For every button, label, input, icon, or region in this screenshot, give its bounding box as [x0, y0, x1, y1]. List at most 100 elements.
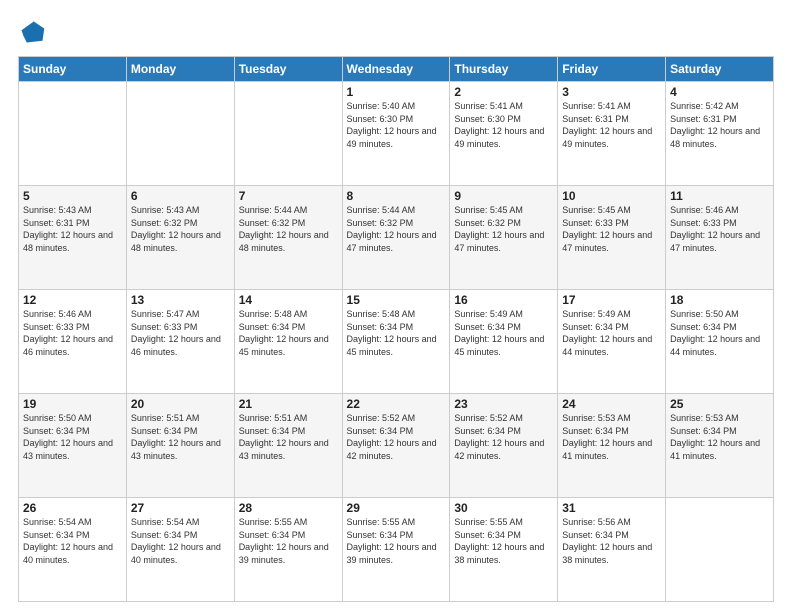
day-info: Sunrise: 5:47 AM Sunset: 6:33 PM Dayligh…: [131, 308, 230, 358]
day-number: 30: [454, 501, 553, 515]
day-number: 27: [131, 501, 230, 515]
day-number: 1: [347, 85, 446, 99]
day-info: Sunrise: 5:46 AM Sunset: 6:33 PM Dayligh…: [670, 204, 769, 254]
calendar-table: SundayMondayTuesdayWednesdayThursdayFrid…: [18, 56, 774, 602]
calendar-cell: 14Sunrise: 5:48 AM Sunset: 6:34 PM Dayli…: [234, 290, 342, 394]
day-number: 10: [562, 189, 661, 203]
day-info: Sunrise: 5:44 AM Sunset: 6:32 PM Dayligh…: [347, 204, 446, 254]
day-info: Sunrise: 5:50 AM Sunset: 6:34 PM Dayligh…: [23, 412, 122, 462]
calendar-cell: 4Sunrise: 5:42 AM Sunset: 6:31 PM Daylig…: [666, 82, 774, 186]
day-number: 17: [562, 293, 661, 307]
calendar-cell: 13Sunrise: 5:47 AM Sunset: 6:33 PM Dayli…: [126, 290, 234, 394]
calendar-week-row: 1Sunrise: 5:40 AM Sunset: 6:30 PM Daylig…: [19, 82, 774, 186]
day-info: Sunrise: 5:45 AM Sunset: 6:32 PM Dayligh…: [454, 204, 553, 254]
calendar-cell: 28Sunrise: 5:55 AM Sunset: 6:34 PM Dayli…: [234, 498, 342, 602]
day-number: 24: [562, 397, 661, 411]
day-number: 22: [347, 397, 446, 411]
day-of-week-header: Thursday: [450, 57, 558, 82]
day-number: 13: [131, 293, 230, 307]
calendar-week-row: 5Sunrise: 5:43 AM Sunset: 6:31 PM Daylig…: [19, 186, 774, 290]
calendar-cell: 7Sunrise: 5:44 AM Sunset: 6:32 PM Daylig…: [234, 186, 342, 290]
day-number: 21: [239, 397, 338, 411]
day-number: 14: [239, 293, 338, 307]
day-number: 6: [131, 189, 230, 203]
calendar-cell: 24Sunrise: 5:53 AM Sunset: 6:34 PM Dayli…: [558, 394, 666, 498]
calendar-cell: 19Sunrise: 5:50 AM Sunset: 6:34 PM Dayli…: [19, 394, 127, 498]
day-info: Sunrise: 5:55 AM Sunset: 6:34 PM Dayligh…: [454, 516, 553, 566]
calendar-cell: 8Sunrise: 5:44 AM Sunset: 6:32 PM Daylig…: [342, 186, 450, 290]
day-number: 29: [347, 501, 446, 515]
day-number: 16: [454, 293, 553, 307]
calendar-cell: [126, 82, 234, 186]
calendar-cell: 5Sunrise: 5:43 AM Sunset: 6:31 PM Daylig…: [19, 186, 127, 290]
day-info: Sunrise: 5:43 AM Sunset: 6:31 PM Dayligh…: [23, 204, 122, 254]
calendar-cell: 26Sunrise: 5:54 AM Sunset: 6:34 PM Dayli…: [19, 498, 127, 602]
day-info: Sunrise: 5:41 AM Sunset: 6:30 PM Dayligh…: [454, 100, 553, 150]
day-number: 25: [670, 397, 769, 411]
day-info: Sunrise: 5:44 AM Sunset: 6:32 PM Dayligh…: [239, 204, 338, 254]
day-info: Sunrise: 5:49 AM Sunset: 6:34 PM Dayligh…: [454, 308, 553, 358]
day-number: 9: [454, 189, 553, 203]
day-info: Sunrise: 5:52 AM Sunset: 6:34 PM Dayligh…: [454, 412, 553, 462]
day-info: Sunrise: 5:52 AM Sunset: 6:34 PM Dayligh…: [347, 412, 446, 462]
day-of-week-header: Wednesday: [342, 57, 450, 82]
calendar-cell: 6Sunrise: 5:43 AM Sunset: 6:32 PM Daylig…: [126, 186, 234, 290]
day-number: 15: [347, 293, 446, 307]
day-of-week-header: Sunday: [19, 57, 127, 82]
calendar-cell: 2Sunrise: 5:41 AM Sunset: 6:30 PM Daylig…: [450, 82, 558, 186]
day-info: Sunrise: 5:48 AM Sunset: 6:34 PM Dayligh…: [347, 308, 446, 358]
day-of-week-header: Tuesday: [234, 57, 342, 82]
day-of-week-header: Monday: [126, 57, 234, 82]
day-info: Sunrise: 5:50 AM Sunset: 6:34 PM Dayligh…: [670, 308, 769, 358]
day-number: 7: [239, 189, 338, 203]
calendar-cell: 9Sunrise: 5:45 AM Sunset: 6:32 PM Daylig…: [450, 186, 558, 290]
day-number: 5: [23, 189, 122, 203]
calendar-cell: 18Sunrise: 5:50 AM Sunset: 6:34 PM Dayli…: [666, 290, 774, 394]
day-header-row: SundayMondayTuesdayWednesdayThursdayFrid…: [19, 57, 774, 82]
calendar-cell: 16Sunrise: 5:49 AM Sunset: 6:34 PM Dayli…: [450, 290, 558, 394]
day-number: 19: [23, 397, 122, 411]
day-of-week-header: Saturday: [666, 57, 774, 82]
day-info: Sunrise: 5:54 AM Sunset: 6:34 PM Dayligh…: [23, 516, 122, 566]
day-info: Sunrise: 5:45 AM Sunset: 6:33 PM Dayligh…: [562, 204, 661, 254]
logo: [18, 18, 50, 46]
calendar-cell: 29Sunrise: 5:55 AM Sunset: 6:34 PM Dayli…: [342, 498, 450, 602]
calendar-cell: 10Sunrise: 5:45 AM Sunset: 6:33 PM Dayli…: [558, 186, 666, 290]
calendar-cell: 12Sunrise: 5:46 AM Sunset: 6:33 PM Dayli…: [19, 290, 127, 394]
day-info: Sunrise: 5:55 AM Sunset: 6:34 PM Dayligh…: [239, 516, 338, 566]
day-of-week-header: Friday: [558, 57, 666, 82]
day-info: Sunrise: 5:41 AM Sunset: 6:31 PM Dayligh…: [562, 100, 661, 150]
day-number: 23: [454, 397, 553, 411]
calendar-cell: 31Sunrise: 5:56 AM Sunset: 6:34 PM Dayli…: [558, 498, 666, 602]
calendar-week-row: 19Sunrise: 5:50 AM Sunset: 6:34 PM Dayli…: [19, 394, 774, 498]
day-info: Sunrise: 5:54 AM Sunset: 6:34 PM Dayligh…: [131, 516, 230, 566]
day-info: Sunrise: 5:43 AM Sunset: 6:32 PM Dayligh…: [131, 204, 230, 254]
day-info: Sunrise: 5:49 AM Sunset: 6:34 PM Dayligh…: [562, 308, 661, 358]
calendar-week-row: 26Sunrise: 5:54 AM Sunset: 6:34 PM Dayli…: [19, 498, 774, 602]
day-info: Sunrise: 5:51 AM Sunset: 6:34 PM Dayligh…: [131, 412, 230, 462]
calendar-cell: 25Sunrise: 5:53 AM Sunset: 6:34 PM Dayli…: [666, 394, 774, 498]
calendar-cell: 21Sunrise: 5:51 AM Sunset: 6:34 PM Dayli…: [234, 394, 342, 498]
day-number: 28: [239, 501, 338, 515]
day-number: 18: [670, 293, 769, 307]
day-info: Sunrise: 5:55 AM Sunset: 6:34 PM Dayligh…: [347, 516, 446, 566]
calendar-week-row: 12Sunrise: 5:46 AM Sunset: 6:33 PM Dayli…: [19, 290, 774, 394]
day-number: 12: [23, 293, 122, 307]
header: [18, 18, 774, 46]
calendar-cell: [666, 498, 774, 602]
calendar-cell: 30Sunrise: 5:55 AM Sunset: 6:34 PM Dayli…: [450, 498, 558, 602]
calendar-page: SundayMondayTuesdayWednesdayThursdayFrid…: [0, 0, 792, 612]
day-info: Sunrise: 5:53 AM Sunset: 6:34 PM Dayligh…: [562, 412, 661, 462]
calendar-cell: 1Sunrise: 5:40 AM Sunset: 6:30 PM Daylig…: [342, 82, 450, 186]
day-number: 31: [562, 501, 661, 515]
calendar-cell: 17Sunrise: 5:49 AM Sunset: 6:34 PM Dayli…: [558, 290, 666, 394]
day-number: 11: [670, 189, 769, 203]
day-info: Sunrise: 5:46 AM Sunset: 6:33 PM Dayligh…: [23, 308, 122, 358]
logo-icon: [18, 18, 46, 46]
calendar-cell: 22Sunrise: 5:52 AM Sunset: 6:34 PM Dayli…: [342, 394, 450, 498]
day-number: 20: [131, 397, 230, 411]
day-info: Sunrise: 5:42 AM Sunset: 6:31 PM Dayligh…: [670, 100, 769, 150]
calendar-cell: [234, 82, 342, 186]
calendar-cell: 11Sunrise: 5:46 AM Sunset: 6:33 PM Dayli…: [666, 186, 774, 290]
calendar-cell: 23Sunrise: 5:52 AM Sunset: 6:34 PM Dayli…: [450, 394, 558, 498]
